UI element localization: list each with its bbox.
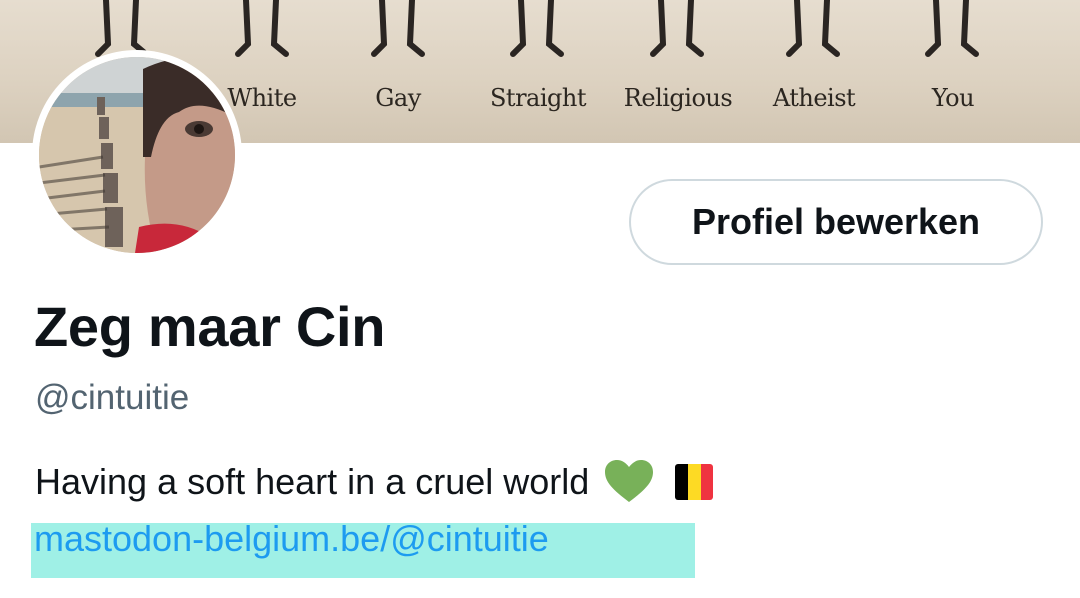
banner-label: Atheist: [772, 84, 856, 112]
bio: Having a soft heart in a cruel world: [35, 460, 714, 504]
skeleton-legs-icon: [510, 0, 564, 57]
display-name: Zeg maar Cin: [34, 295, 386, 358]
username-handle: @cintuitie: [35, 378, 190, 417]
green-heart-icon: [605, 460, 654, 502]
profile-link[interactable]: mastodon-belgium.be/@cintuitie: [34, 518, 549, 560]
skeleton-legs-icon: [786, 0, 840, 57]
avatar-photo: [39, 57, 235, 253]
banner-label: You: [931, 84, 975, 112]
belgium-flag-icon: [675, 464, 714, 500]
banner-label: Straight: [489, 84, 587, 112]
banner-label: Religious: [623, 84, 733, 112]
skeleton-legs-icon: [650, 0, 704, 57]
banner-label: Gay: [375, 84, 421, 112]
banner-label: White: [227, 84, 297, 112]
skeleton-legs-icon: [371, 0, 425, 57]
avatar[interactable]: [32, 50, 242, 260]
edit-profile-button[interactable]: Profiel bewerken: [629, 179, 1043, 265]
bio-text: Having a soft heart in a cruel world: [35, 461, 590, 502]
skeleton-legs-icon: [235, 0, 289, 57]
skeleton-legs-icon: [925, 0, 979, 57]
